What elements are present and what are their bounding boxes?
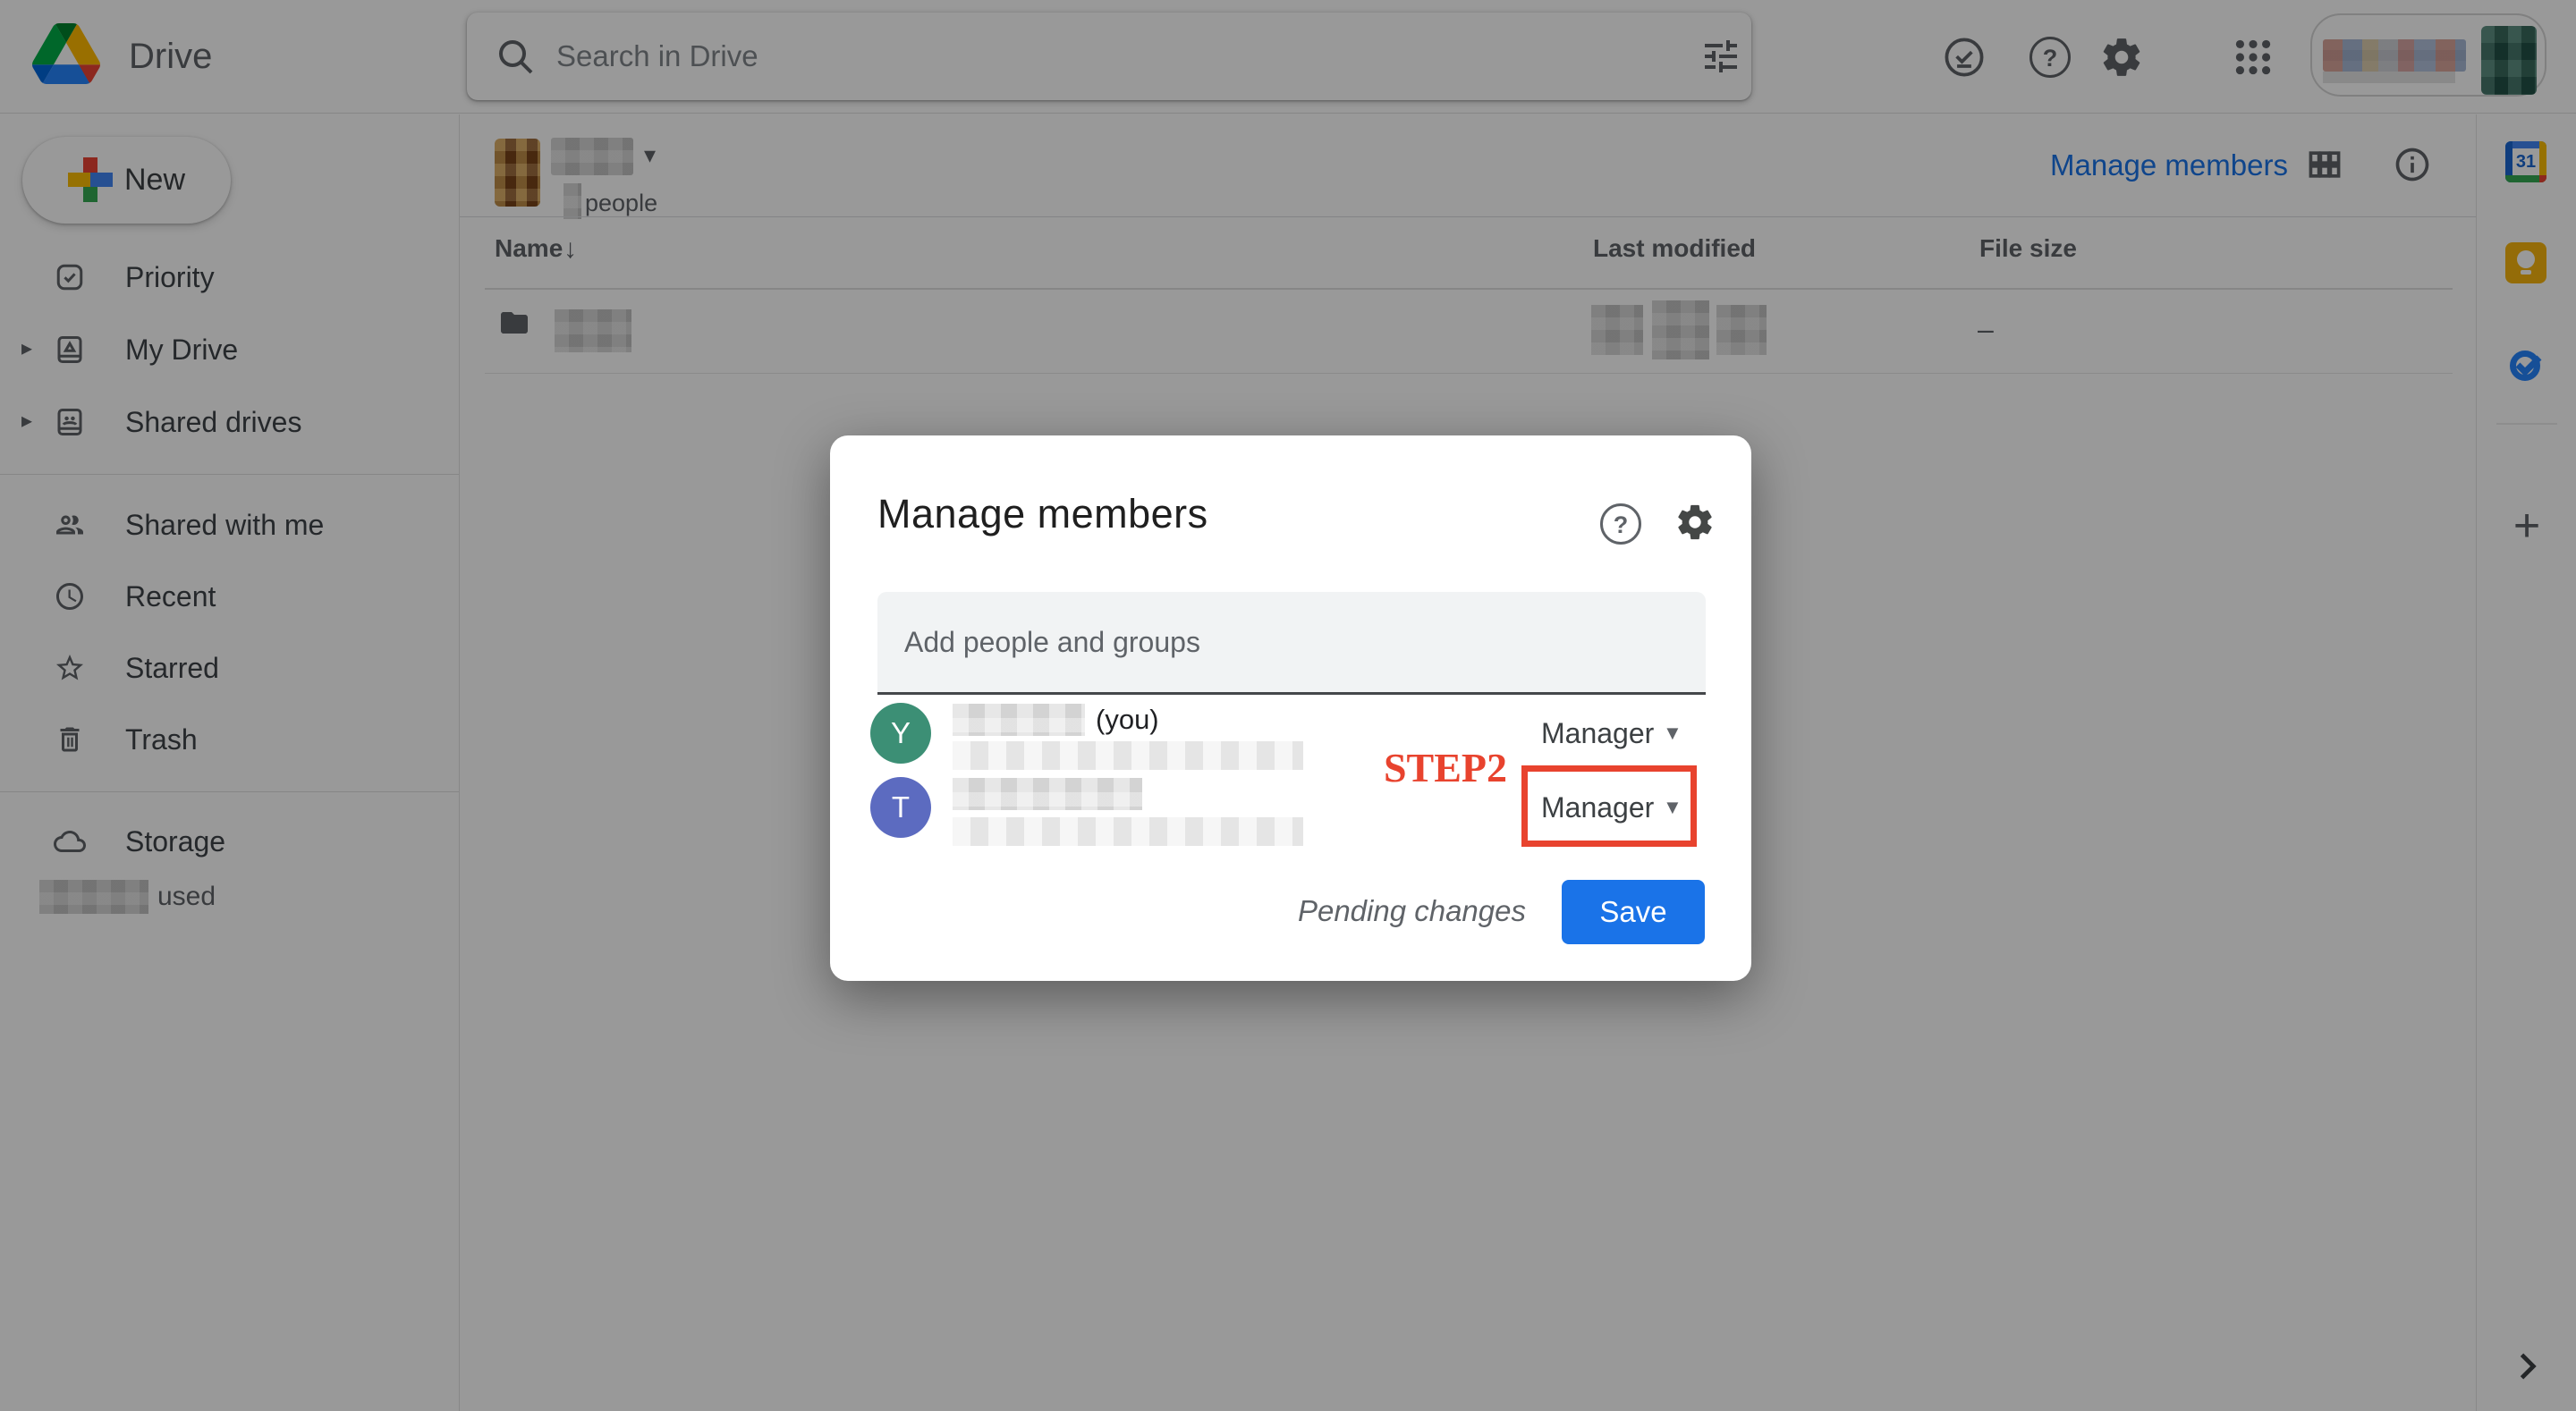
- member-email-redacted: [953, 817, 1303, 846]
- pending-changes-label: Pending changes: [1250, 884, 1526, 938]
- member-avatar: Y: [870, 703, 931, 764]
- dialog-title: Manage members: [877, 491, 1208, 537]
- dropdown-arrow-icon: ▼: [1663, 714, 1682, 753]
- member-avatar: T: [870, 777, 931, 838]
- dialog-help-icon[interactable]: ?: [1600, 503, 1641, 545]
- dialog-settings-gear-icon[interactable]: [1674, 502, 1716, 543]
- member-name-redacted: [953, 704, 1085, 736]
- step2-annotation: STEP2: [1362, 748, 1507, 788]
- member-email-redacted: [953, 741, 1303, 770]
- member-role-dropdown[interactable]: Manager ▼: [1541, 714, 1645, 753]
- add-people-input[interactable]: [904, 592, 1674, 692]
- add-people-field[interactable]: [877, 592, 1706, 695]
- member-you-label: (you): [1096, 704, 1159, 736]
- member-name-redacted: [953, 778, 1142, 810]
- save-button[interactable]: Save: [1562, 880, 1705, 944]
- annotation-highlight-box: [1521, 765, 1697, 847]
- manage-members-dialog: Manage members ? Y (you) Manager ▼ T Man…: [830, 435, 1751, 981]
